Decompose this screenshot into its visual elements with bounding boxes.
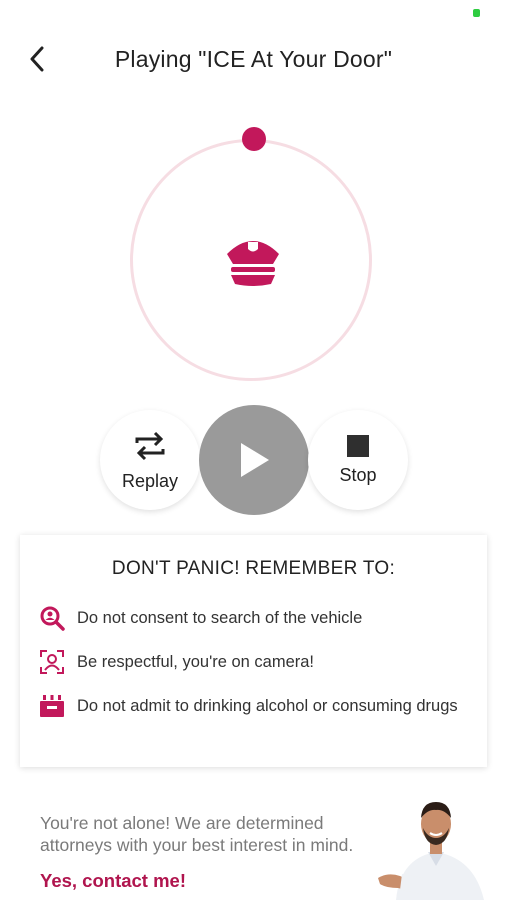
contact-me-link[interactable]: Yes, contact me! — [40, 870, 186, 892]
playback-controls: Replay Stop — [0, 400, 507, 520]
tip-text: Do not consent to search of the vehicle — [77, 608, 363, 627]
page-title: Playing "ICE At Your Door" — [114, 46, 393, 72]
progress-knob[interactable] — [242, 127, 266, 151]
stop-button[interactable]: Stop — [308, 410, 408, 510]
tip-text: Do not admit to drinking alcohol or cons… — [77, 696, 458, 715]
tip-item: Be respectful, you're on camera! — [38, 647, 314, 677]
replay-label: Replay — [121, 470, 179, 491]
police-officer-cap-icon — [227, 241, 279, 286]
tip-item: Do not consent to search of the vehicle — [38, 603, 362, 633]
repeat-icon — [135, 431, 165, 460]
tip-item: Do not admit to drinking alcohol or cons… — [38, 691, 458, 721]
stop-icon — [347, 434, 369, 457]
camera-person-icon — [40, 650, 64, 674]
playback-progress — [128, 127, 380, 386]
tips-heading: DON'T PANIC! REMEMBER TO: — [111, 558, 396, 579]
play-icon — [241, 443, 269, 477]
replay-button[interactable]: Replay — [100, 410, 200, 510]
search-person-icon — [40, 606, 65, 631]
stop-label: Stop — [339, 464, 377, 485]
promo-text: You're not alone! We are determined atto… — [40, 813, 354, 855]
header: Playing "ICE At Your Door" — [0, 30, 507, 90]
status-indicator — [473, 9, 480, 17]
play-button[interactable] — [199, 405, 309, 515]
drinks-box-icon — [40, 695, 64, 717]
attorney-photo — [378, 802, 484, 900]
tips-card: DON'T PANIC! REMEMBER TO: Do not consent… — [20, 535, 487, 767]
tip-text: Be respectful, you're on camera! — [77, 652, 315, 671]
promo-section: You're not alone! We are determined atto… — [0, 790, 507, 900]
